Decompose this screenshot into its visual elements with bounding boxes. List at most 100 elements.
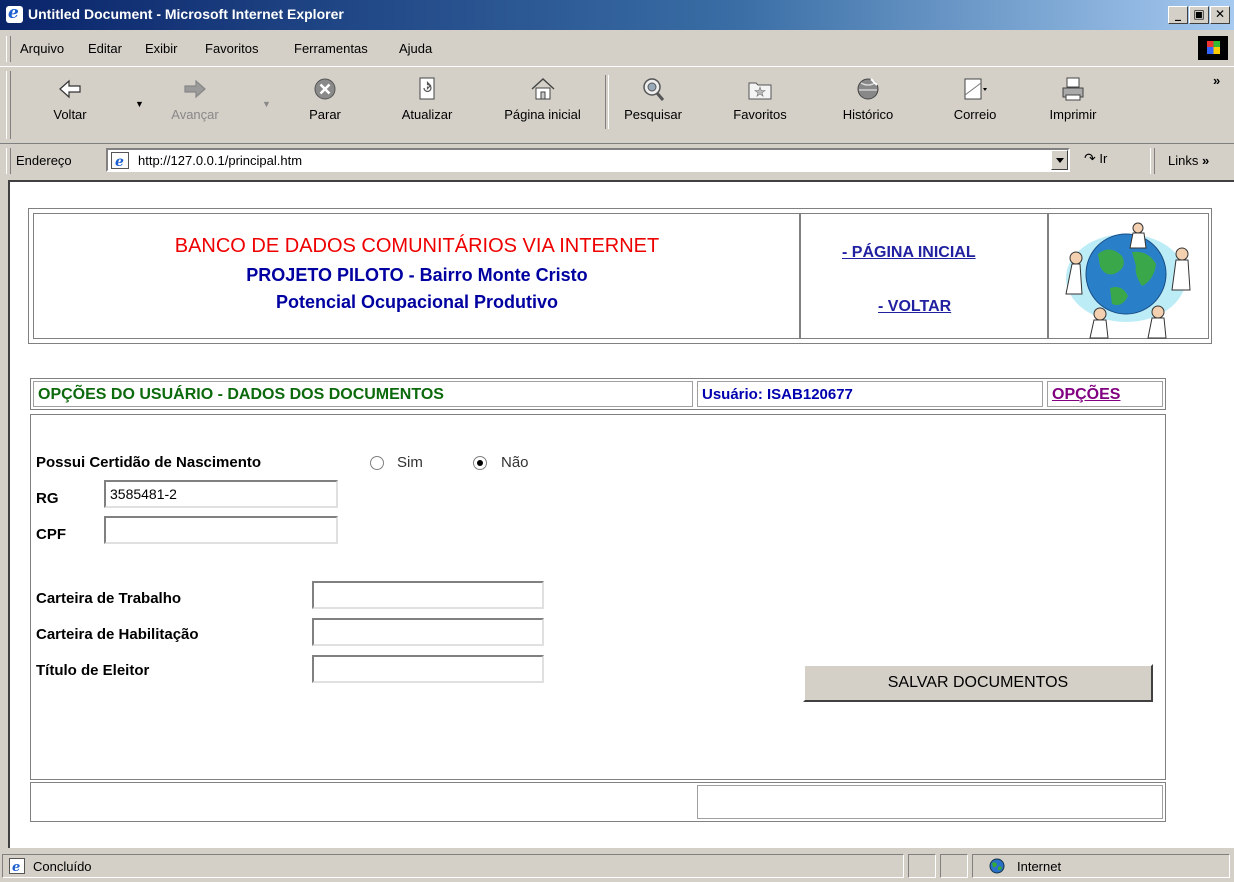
minimize-button[interactable]: _	[1168, 6, 1188, 24]
menu-editar[interactable]: Editar	[88, 41, 122, 56]
links-label: Links	[1168, 153, 1199, 168]
forward-arrow-icon	[181, 75, 209, 103]
go-label: Ir	[1099, 151, 1108, 166]
links-more-icon: »	[1201, 153, 1210, 168]
search-icon	[639, 75, 667, 103]
refresh-icon	[413, 75, 441, 103]
search-button[interactable]: Pesquisar	[617, 75, 689, 122]
user-label: Usuário: ISAB120677	[702, 386, 853, 403]
favorites-button[interactable]: Favoritos	[722, 75, 798, 122]
rg-input[interactable]	[104, 480, 338, 508]
menu-arquivo[interactable]: Arquivo	[20, 41, 64, 56]
refresh-label: Atualizar	[401, 107, 453, 122]
menu-exibir[interactable]: Exibir	[145, 41, 178, 56]
address-grip[interactable]	[6, 148, 11, 174]
svg-text:e: e	[12, 860, 20, 874]
rg-label: RG	[36, 490, 59, 507]
mail-label: Correio	[953, 107, 997, 122]
birth-cert-no-label: Não	[501, 454, 529, 471]
cpf-input[interactable]	[104, 516, 338, 544]
birth-cert-label: Possui Certidão de Nascimento	[36, 454, 262, 471]
zone-label: Internet	[1017, 859, 1062, 874]
window-title: Untitled Document - Microsoft Internet E…	[28, 6, 344, 22]
menu-favoritos[interactable]: Favoritos	[205, 41, 258, 56]
home-icon	[529, 75, 557, 103]
toolbar: Voltar ▼ Avançar ▼ Parar Atualizar Págin…	[0, 66, 1234, 144]
stop-button[interactable]: Parar	[290, 75, 360, 122]
history-label: Histórico	[842, 107, 894, 122]
menubar-grip[interactable]	[6, 36, 11, 62]
print-icon	[1059, 75, 1087, 103]
voter-id-label: Título de Eleitor	[36, 662, 150, 679]
status-pane-3	[940, 854, 968, 878]
header-links-cell: - PÁGINA INICIAL - VOLTAR	[799, 213, 1049, 339]
status-pane: e Concluído	[2, 854, 904, 878]
page-icon: e	[111, 152, 129, 169]
birth-cert-no-radio[interactable]	[473, 456, 487, 470]
voter-id-input[interactable]	[312, 655, 544, 683]
maximize-button[interactable]: ▣	[1189, 6, 1209, 24]
internet-globe-icon	[989, 858, 1005, 874]
home-link[interactable]: - PÁGINA INICIAL	[842, 244, 976, 262]
menu-ajuda[interactable]: Ajuda	[399, 41, 432, 56]
toolbar-more-icon[interactable]: »	[1213, 73, 1220, 88]
back-dropdown-icon[interactable]: ▼	[135, 99, 144, 109]
favorites-icon	[746, 75, 774, 103]
forward-dropdown-icon[interactable]: ▼	[262, 99, 271, 109]
site-title: BANCO DE DADOS COMUNITÁRIOS VIA INTERNET	[174, 235, 660, 257]
forward-button[interactable]: Avançar	[160, 75, 230, 122]
title-bar: e Untitled Document - Microsoft Internet…	[0, 0, 1234, 30]
save-documents-button[interactable]: SALVAR DOCUMENTOS	[803, 664, 1153, 702]
address-label: Endereço	[16, 153, 72, 168]
toolbar-grip[interactable]	[6, 71, 11, 139]
program-subtitle: Potencial Ocupacional Produtivo	[275, 292, 559, 312]
favorites-label: Favoritos	[733, 107, 787, 122]
status-pane-2	[908, 854, 936, 878]
stop-icon	[311, 75, 339, 103]
back-label: Voltar	[53, 107, 87, 122]
project-subtitle: PROJETO PILOTO - Bairro Monte Cristo	[246, 265, 588, 285]
refresh-button[interactable]: Atualizar	[392, 75, 462, 122]
options-link[interactable]: OPÇÕES	[1052, 386, 1120, 404]
links-button[interactable]: Links »	[1168, 153, 1209, 168]
ie-icon: e	[6, 3, 23, 23]
work-card-input[interactable]	[312, 581, 544, 609]
address-dropdown-icon[interactable]	[1051, 150, 1068, 170]
address-input[interactable]: e http://127.0.0.1/principal.htm	[106, 148, 1070, 172]
user-cell: Usuário: ISAB120677	[697, 381, 1043, 407]
stop-label: Parar	[309, 107, 341, 122]
go-arrow-icon: ↷	[1084, 150, 1096, 166]
zone-pane: Internet	[972, 854, 1230, 878]
print-label: Imprimir	[1049, 107, 1097, 122]
history-icon	[854, 75, 882, 103]
home-button[interactable]: Página inicial	[490, 75, 595, 122]
svg-text:e: e	[115, 154, 124, 169]
birth-cert-yes-radio[interactable]	[370, 456, 384, 470]
footer-row	[30, 782, 1166, 822]
header-table: BANCO DE DADOS COMUNITÁRIOS VIA INTERNET…	[28, 208, 1212, 344]
options-cell: OPÇÕES	[1047, 381, 1163, 407]
links-grip[interactable]	[1150, 148, 1155, 174]
history-button[interactable]: Histórico	[830, 75, 906, 122]
search-label: Pesquisar	[624, 107, 682, 122]
mail-button[interactable]: Correio	[945, 75, 1005, 122]
back-arrow-icon	[56, 75, 84, 103]
globe-people-icon	[1065, 222, 1191, 339]
address-url: http://127.0.0.1/principal.htm	[138, 153, 303, 168]
header-title-cell: BANCO DE DADOS COMUNITÁRIOS VIA INTERNET…	[33, 213, 801, 339]
close-button[interactable]: ✕	[1210, 6, 1230, 24]
back-link[interactable]: - VOLTAR	[878, 298, 951, 316]
back-button[interactable]: Voltar	[40, 75, 100, 122]
go-button[interactable]: ↷ Ir	[1084, 150, 1107, 167]
section-title-cell: OPÇÕES DO USUÁRIO - DADOS DOS DOCUMENTOS	[33, 381, 693, 407]
windows-logo-icon	[1198, 36, 1228, 60]
license-input[interactable]	[312, 618, 544, 646]
header-logo-cell	[1047, 213, 1209, 339]
status-bar: e Concluído Internet	[0, 850, 1234, 882]
section-bar: OPÇÕES DO USUÁRIO - DADOS DOS DOCUMENTOS…	[30, 378, 1166, 410]
forward-label: Avançar	[171, 107, 219, 122]
print-button[interactable]: Imprimir	[1040, 75, 1106, 122]
status-text: Concluído	[33, 859, 92, 874]
section-title: OPÇÕES DO USUÁRIO - DADOS DOS DOCUMENTOS	[38, 386, 444, 403]
menu-ferramentas[interactable]: Ferramentas	[294, 41, 368, 56]
